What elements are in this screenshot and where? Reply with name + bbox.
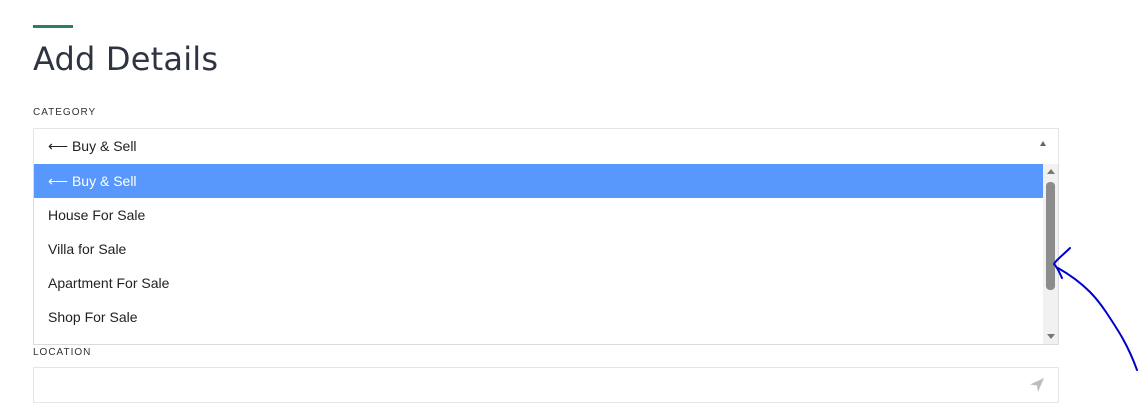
scroll-down-arrow-icon[interactable]: [1047, 334, 1055, 339]
title-accent-bar: [33, 25, 73, 28]
dropdown-option-villa-for-sale[interactable]: Villa for Sale: [34, 232, 1044, 266]
location-label: LOCATION: [33, 347, 92, 358]
scrollbar-thumb[interactable]: [1046, 182, 1055, 290]
dropdown-option-house-for-sale[interactable]: House For Sale: [34, 198, 1044, 232]
category-select-value: ⟵ Buy & Sell: [48, 138, 137, 154]
dropdown-option-buy-sell[interactable]: ⟵ Buy & Sell: [34, 164, 1044, 198]
dropdown-scrollbar[interactable]: [1043, 164, 1058, 344]
caret-up-icon: [1040, 141, 1046, 146]
dropdown-option-apartment-for-sale[interactable]: Apartment For Sale: [34, 266, 1044, 300]
scroll-up-arrow-icon[interactable]: [1047, 169, 1055, 174]
page-title: Add Details: [33, 40, 219, 78]
category-dropdown-list[interactable]: ⟵ Buy & Sell House For Sale Villa for Sa…: [33, 164, 1059, 345]
category-label: CATEGORY: [33, 107, 97, 118]
location-input[interactable]: [33, 367, 1059, 403]
category-select[interactable]: ⟵ Buy & Sell: [33, 128, 1059, 164]
navigation-arrow-icon[interactable]: [1028, 376, 1046, 394]
dropdown-option-shop-for-sale[interactable]: Shop For Sale: [34, 300, 1044, 334]
